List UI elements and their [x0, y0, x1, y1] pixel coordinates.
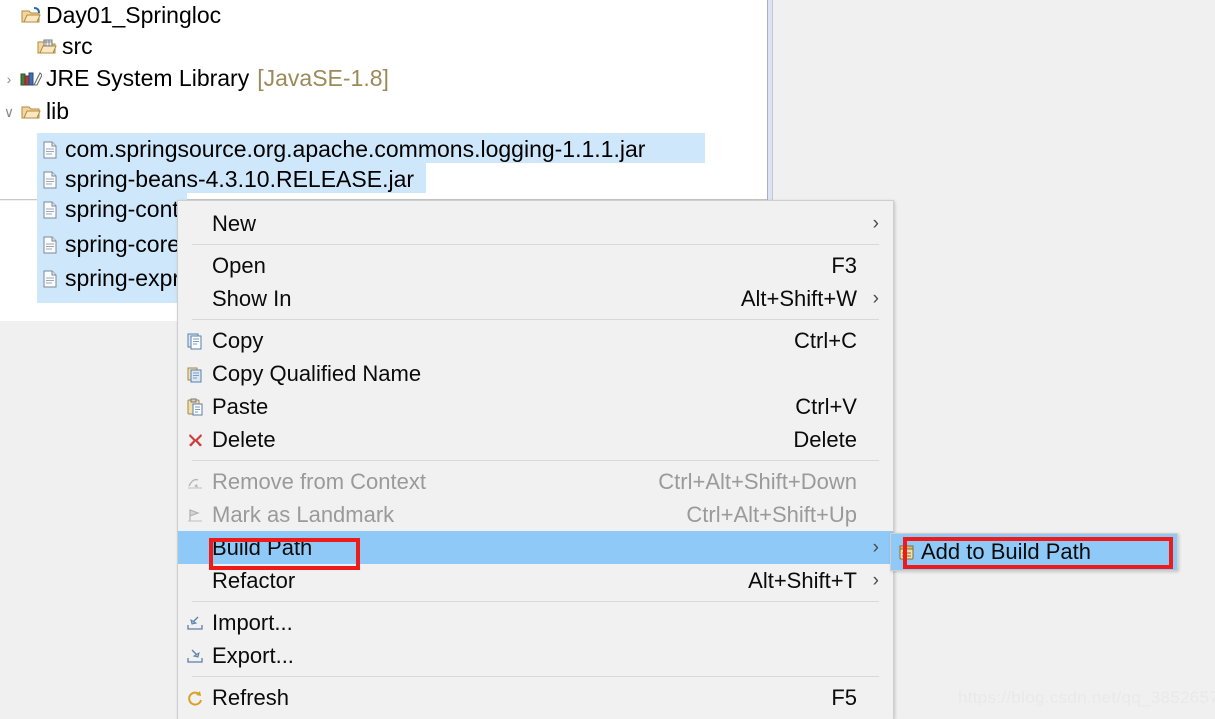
menu-item-label: Open [212, 252, 266, 278]
tree-row[interactable]: com.springsource.org.apache.commons.logg… [37, 133, 645, 166]
chevron-right-icon: › [872, 287, 879, 309]
menu-item-label: Refresh [212, 684, 290, 710]
export-icon [178, 648, 212, 664]
paste-icon [178, 398, 212, 416]
watermark: https://blog.csdn.net/qq_38526573 [958, 688, 1215, 707]
menu-item-accelerator: Ctrl+Alt+Shift+Down [658, 468, 857, 494]
menu-item-show-in[interactable]: Show In Alt+Shift+W › [178, 282, 893, 315]
menu-separator [192, 601, 879, 602]
menu-item-copy-qualified-name[interactable]: Copy Qualified Name [178, 357, 893, 390]
landmark-icon [178, 507, 212, 523]
tree-row[interactable]: src [16, 30, 93, 63]
source-folder-icon [34, 38, 60, 56]
menu-separator [192, 460, 879, 461]
menu-item-label: Copy [212, 327, 264, 353]
copy-qualified-icon [178, 365, 212, 383]
menu-separator [192, 676, 879, 677]
menu-item-new[interactable]: New › [178, 207, 893, 240]
tree-row[interactable]: › JRE System Library [JavaSE-1.8] [0, 62, 389, 95]
menu-item-accelerator: Ctrl+Alt+Shift+Up [686, 501, 857, 527]
menu-item-label: Paste [212, 393, 269, 419]
menu-item-open[interactable]: Open F3 [178, 249, 893, 282]
chevron-right-icon: › [872, 569, 879, 591]
menu-item-copy[interactable]: Copy Ctrl+C [178, 324, 893, 357]
build-path-submenu[interactable]: Add to Build Path [890, 533, 1178, 571]
menu-item-export[interactable]: Export... [178, 639, 893, 672]
menu-item-accelerator: Ctrl+V [795, 393, 857, 419]
tree-row-label: JRE System Library [46, 65, 250, 91]
tree-row-label: spring-beans-4.3.10.RELEASE.jar [65, 166, 415, 192]
tree-twisty-icon[interactable]: ∨ [0, 105, 18, 119]
refresh-icon [178, 689, 212, 707]
menu-item-refresh[interactable]: Refresh F5 [178, 681, 893, 714]
tree-row-label: Day01_Springloc [46, 2, 222, 28]
menu-item-remove-from-context: Remove from Context Ctrl+Alt+Shift+Down [178, 465, 893, 498]
tree-row-label: com.springsource.org.apache.commons.logg… [65, 136, 646, 162]
import-icon [178, 615, 212, 631]
folder-icon [18, 103, 44, 121]
menu-item-refactor[interactable]: Refactor Alt+Shift+T › [178, 564, 893, 597]
tree-row-label: src [62, 33, 93, 59]
menu-item-label: Add to Build Path [921, 539, 1092, 564]
menu-item-accelerator: F5 [831, 684, 857, 710]
menu-item-label: Refactor [212, 567, 296, 593]
library-icon [18, 70, 44, 88]
delete-icon [178, 431, 212, 448]
menu-item-label: Show In [212, 285, 292, 311]
tree-row[interactable]: Day01_Springloc [0, 0, 221, 32]
menu-item-label: Mark as Landmark [212, 501, 395, 527]
menu-item-label: Import... [212, 609, 293, 635]
menu-item-label: New [212, 210, 257, 236]
build-path-icon [891, 544, 921, 561]
copy-icon [178, 332, 212, 350]
chevron-right-icon: › [872, 212, 879, 234]
tree-row-label: lib [46, 98, 70, 124]
menu-item-accelerator: Delete [793, 426, 857, 452]
context-menu[interactable]: New › Open F3 Show In Alt+Shift+W › Copy… [177, 200, 894, 719]
chevron-right-icon: › [872, 536, 879, 558]
project-folder-icon [18, 6, 44, 25]
jar-file-icon [37, 201, 63, 219]
menu-separator [192, 244, 879, 245]
jar-file-icon [37, 270, 63, 288]
panel-sash[interactable] [767, 0, 773, 200]
menu-item-label: Copy Qualified Name [212, 360, 422, 386]
menu-item-accelerator: Alt+Shift+T [748, 567, 857, 593]
menu-item-import[interactable]: Import... [178, 606, 893, 639]
jar-file-icon [37, 236, 63, 254]
tree-row[interactable]: spring-beans-4.3.10.RELEASE.jar [37, 163, 414, 196]
remove-context-icon [178, 474, 212, 490]
menu-item-label: Remove from Context [212, 468, 426, 494]
menu-item-add-to-build-path[interactable]: Add to Build Path [891, 534, 1177, 570]
menu-item-delete[interactable]: Delete Delete [178, 423, 893, 456]
menu-item-accelerator: Alt+Shift+W [740, 285, 857, 311]
menu-item-paste[interactable]: Paste Ctrl+V [178, 390, 893, 423]
menu-item-accelerator: F3 [831, 252, 857, 278]
tree-row[interactable]: ∨ lib [0, 95, 69, 128]
menu-item-label: Build Path [212, 534, 313, 560]
menu-item-accelerator: Ctrl+C [794, 327, 857, 353]
tree-row-suffix: [JavaSE-1.8] [257, 65, 389, 91]
jar-file-icon [37, 141, 63, 159]
menu-item-build-path[interactable]: Build Path › [178, 531, 893, 564]
tree-twisty-icon[interactable]: › [0, 72, 18, 86]
menu-item-mark-as-landmark: Mark as Landmark Ctrl+Alt+Shift+Up [178, 498, 893, 531]
menu-separator [192, 319, 879, 320]
jar-file-icon [37, 171, 63, 189]
menu-item-label: Export... [212, 642, 294, 668]
menu-item-label: Delete [212, 426, 276, 452]
eclipse-package-explorer-screen: Day01_Springloc src › JRE System Library [0, 0, 1215, 719]
